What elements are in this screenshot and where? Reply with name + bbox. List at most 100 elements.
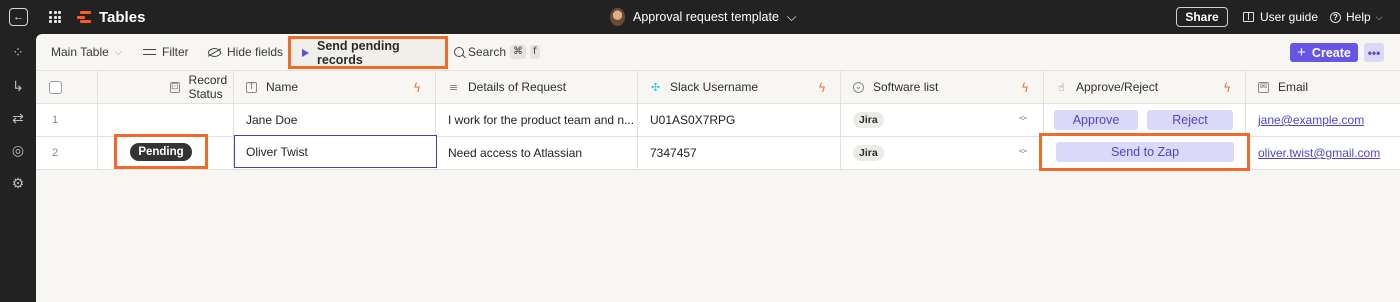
column-header-label: Approve/Reject bbox=[1076, 80, 1159, 94]
help-menu[interactable]: ? Help ⌵ bbox=[1330, 10, 1383, 24]
column-header-record-status[interactable]: ⊡ Record Status bbox=[98, 71, 234, 103]
send-pending-records-button[interactable]: Send pending records bbox=[288, 36, 448, 69]
software-list-cell[interactable]: Jira ︿ ﹀ bbox=[841, 104, 1044, 136]
column-header-label: Details of Request bbox=[468, 80, 567, 94]
sliders-icon[interactable]: ⇄ bbox=[10, 110, 26, 126]
select-all-cell bbox=[36, 71, 98, 103]
app-title: Tables bbox=[99, 9, 146, 26]
name-cell[interactable]: Jane Doe bbox=[234, 104, 436, 136]
eye-off-icon[interactable]: ◎ bbox=[10, 142, 26, 158]
slack-username-cell[interactable]: 7347457 bbox=[638, 137, 841, 169]
row-number-cell: 1 bbox=[36, 104, 98, 136]
settings-icon[interactable]: ⚙ bbox=[10, 175, 26, 191]
avatar bbox=[610, 8, 625, 26]
back-button[interactable]: ← bbox=[9, 8, 28, 26]
filter-label: Filter bbox=[162, 45, 189, 59]
main-area: Main Table ⌵ Filter Hide fields Send pen… bbox=[36, 34, 1400, 302]
filter-icon bbox=[143, 47, 156, 57]
left-rail: ⁘ ↳ ⇄ ◎ ⚙ bbox=[0, 34, 36, 302]
view-label: Main Table bbox=[51, 45, 109, 59]
text-icon: T bbox=[246, 81, 257, 93]
column-header-label: Record Status bbox=[188, 73, 228, 101]
name-value: Jane Doe bbox=[246, 113, 298, 127]
chevron-down-icon: ⌵ bbox=[1375, 11, 1383, 22]
user-guide-link[interactable]: User guide bbox=[1243, 10, 1318, 24]
hide-fields-label: Hide fields bbox=[227, 45, 284, 59]
app-grid-icon[interactable] bbox=[49, 11, 61, 23]
email-cell[interactable]: jane@example.com bbox=[1246, 104, 1400, 136]
more-options-button[interactable]: ••• bbox=[1364, 43, 1384, 62]
fields-icon[interactable]: ⁘ bbox=[10, 44, 26, 60]
bolt-icon: ϟ bbox=[1223, 81, 1231, 95]
up-down-chevron-icon[interactable]: ︿ ﹀ bbox=[1019, 145, 1027, 159]
slack-username-cell[interactable]: U01AS0X7RPG bbox=[638, 104, 841, 136]
share-button[interactable]: Share bbox=[1176, 7, 1228, 27]
chevron-down-icon: ⌵ bbox=[114, 46, 122, 57]
selected-name-cell[interactable]: Oliver Twist bbox=[234, 135, 437, 168]
mail-icon: ✉ bbox=[1258, 81, 1269, 93]
record-status-cell[interactable] bbox=[98, 104, 234, 136]
details-cell[interactable]: Need access to Atlassian bbox=[436, 137, 638, 169]
table-header-row: ⊡ Record Status T Name ϟ ≡ Details of Re… bbox=[36, 70, 1400, 104]
view-selector[interactable]: Main Table ⌵ bbox=[51, 45, 122, 59]
approve-reject-cell: Approve Reject bbox=[1044, 104, 1246, 136]
top-bar: ← Tables Approval request template ⌵ Sha… bbox=[0, 0, 1400, 34]
column-header-email[interactable]: ✉ Email bbox=[1246, 71, 1400, 103]
reject-button[interactable]: Reject bbox=[1147, 110, 1233, 130]
user-guide-label: User guide bbox=[1260, 10, 1319, 24]
email-link[interactable]: jane@example.com bbox=[1246, 113, 1364, 127]
create-button[interactable]: + Create bbox=[1290, 43, 1358, 62]
details-cell[interactable]: I work for the product team and n... bbox=[436, 104, 638, 136]
hide-fields-button[interactable]: Hide fields bbox=[208, 45, 283, 59]
column-header-label: Email bbox=[1278, 80, 1309, 94]
document-title: Approval request template bbox=[633, 10, 779, 24]
bolt-icon: ϟ bbox=[413, 81, 421, 95]
help-label: Help bbox=[1346, 10, 1371, 24]
slack-username-value: 7347457 bbox=[650, 146, 697, 160]
column-header-label: Name bbox=[266, 80, 299, 94]
column-header-software-list[interactable]: ⌄ Software list ϟ bbox=[841, 71, 1044, 103]
shortcut-key: f bbox=[530, 45, 540, 59]
slack-icon: ✣ bbox=[650, 80, 661, 94]
column-header-slack-username[interactable]: ✣ Slack Username ϟ bbox=[638, 71, 841, 103]
document-title-menu[interactable]: Approval request template ⌵ bbox=[610, 8, 796, 26]
email-cell[interactable]: oliver.twist@gmail.com bbox=[1246, 137, 1400, 169]
chevron-down-icon: ⌵ bbox=[786, 9, 797, 24]
pending-status-highlight[interactable]: Pending bbox=[114, 134, 208, 169]
email-link[interactable]: oliver.twist@gmail.com bbox=[1246, 146, 1380, 160]
column-header-label: Software list bbox=[873, 80, 939, 94]
software-tag: Jira bbox=[853, 112, 884, 128]
approve-button[interactable]: Approve bbox=[1054, 110, 1138, 130]
slack-username-value: U01AS0X7RPG bbox=[650, 113, 736, 127]
lock-icon: ⊡ bbox=[170, 81, 180, 93]
bolt-icon: ϟ bbox=[1021, 81, 1029, 95]
play-icon bbox=[302, 48, 309, 57]
thumbs-up-icon: ☝ bbox=[1058, 80, 1065, 94]
filter-button[interactable]: Filter bbox=[143, 45, 189, 59]
search-label: Search bbox=[468, 45, 507, 59]
column-header-details[interactable]: ≡ Details of Request bbox=[436, 71, 638, 103]
row-number-cell: 2 bbox=[36, 137, 98, 169]
column-header-label: Slack Username bbox=[670, 80, 759, 94]
arrow-left-icon: ← bbox=[13, 11, 24, 23]
column-header-approve-reject[interactable]: ☝ Approve/Reject ϟ bbox=[1044, 71, 1246, 103]
send-to-zap-button[interactable]: Send to Zap bbox=[1056, 142, 1234, 162]
software-list-cell[interactable]: Jira ︿ ﹀ bbox=[841, 137, 1044, 169]
tables-logo-icon bbox=[77, 10, 91, 24]
eye-off-icon bbox=[208, 47, 221, 57]
up-down-chevron-icon[interactable]: ︿ ﹀ bbox=[1019, 112, 1027, 126]
row-number: 2 bbox=[52, 147, 59, 159]
column-header-name[interactable]: T Name ϟ bbox=[234, 71, 436, 103]
status-badge: Pending bbox=[130, 142, 192, 161]
create-label: Create bbox=[1311, 45, 1351, 60]
select-all-checkbox[interactable] bbox=[49, 81, 62, 94]
question-icon: ? bbox=[1330, 11, 1341, 23]
book-icon bbox=[1243, 12, 1254, 22]
table-toolbar: Main Table ⌵ Filter Hide fields Send pen… bbox=[36, 34, 1400, 70]
details-value: I work for the product team and n... bbox=[448, 113, 635, 127]
search-button[interactable]: Search ⌘ f bbox=[454, 45, 540, 59]
bolt-icon: ϟ bbox=[818, 81, 826, 95]
flow-arrow-icon[interactable]: ↳ bbox=[10, 78, 26, 94]
software-tag: Jira bbox=[853, 145, 884, 161]
dropdown-icon: ⌄ bbox=[853, 81, 864, 93]
